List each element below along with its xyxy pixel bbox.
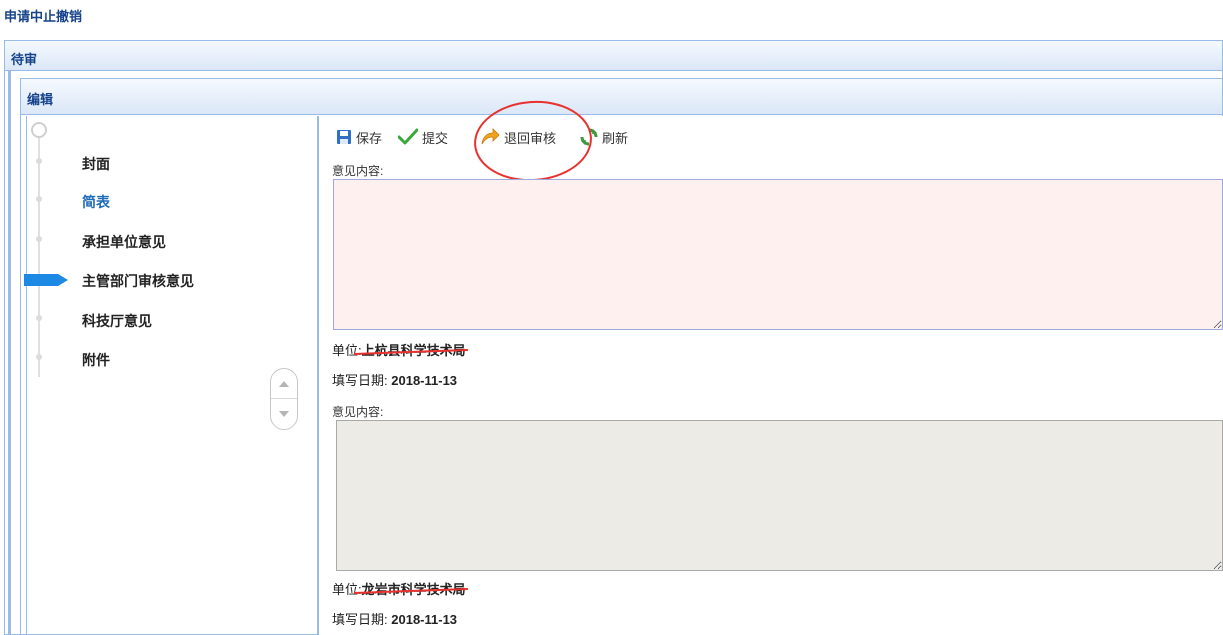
unit-value-redacted: 上杭县科学技术局 bbox=[361, 343, 466, 358]
nav-scroll-buttons bbox=[270, 368, 298, 430]
save-button[interactable]: 保存 bbox=[336, 126, 382, 148]
scroll-down-button[interactable] bbox=[271, 399, 297, 429]
step-dot-icon bbox=[36, 196, 42, 202]
step-timeline-line bbox=[38, 137, 40, 377]
nav-item-supervisor-review-opinion[interactable]: 主管部门审核意见 bbox=[82, 271, 194, 291]
edit-panel-header: 编辑 bbox=[21, 79, 1222, 115]
opinion-unit-line: 单位:上杭县科学技术局 bbox=[332, 340, 466, 359]
opinion-unit-line: 单位:龙岩市科学技术局 bbox=[332, 579, 466, 598]
submit-button-label: 提交 bbox=[422, 130, 449, 146]
pending-panel-header: 待审 bbox=[5, 41, 1222, 71]
nav-item-cover[interactable]: 封面 bbox=[82, 154, 110, 174]
step-dot-icon bbox=[36, 315, 42, 321]
step-dot-icon bbox=[36, 158, 42, 164]
floppy-disk-icon bbox=[337, 130, 351, 144]
opinion-content-input[interactable] bbox=[333, 179, 1223, 330]
fill-date-label: 填写日期: bbox=[332, 612, 388, 627]
refresh-icon bbox=[580, 128, 598, 146]
nav-item-attachments[interactable]: 附件 bbox=[82, 350, 110, 370]
edit-panel-title: 编辑 bbox=[27, 92, 54, 107]
toolbar: 保存 提交 退回审核 刷新 bbox=[318, 118, 1223, 158]
unit-value-redacted: 龙岩市科学技术局 bbox=[361, 582, 466, 597]
unit-label: 单位: bbox=[332, 343, 362, 358]
nav-item-undertaking-unit-opinion[interactable]: 承担单位意见 bbox=[82, 232, 166, 252]
unit-label: 单位: bbox=[332, 582, 362, 597]
step-dot-icon bbox=[36, 354, 42, 360]
fill-date-value: 2018-11-13 bbox=[391, 612, 458, 627]
scroll-up-button[interactable] bbox=[271, 369, 297, 399]
step-dot-icon bbox=[36, 236, 42, 242]
opinion-content-readonly bbox=[336, 420, 1223, 571]
chevron-up-icon bbox=[279, 380, 289, 387]
return-for-review-button[interactable]: 退回审核 bbox=[480, 126, 556, 148]
opinion-date-line: 填写日期: 2018-11-13 bbox=[332, 609, 457, 628]
timeline-start-icon bbox=[31, 122, 47, 138]
return-for-review-label: 退回审核 bbox=[504, 130, 557, 146]
refresh-button-label: 刷新 bbox=[602, 130, 629, 146]
current-step-arrow-icon bbox=[24, 274, 68, 286]
return-arrow-icon bbox=[481, 128, 500, 145]
fill-date-value: 2018-11-13 bbox=[391, 373, 458, 388]
pending-panel-title: 待审 bbox=[11, 52, 38, 67]
nav-item-summary[interactable]: 简表 bbox=[82, 192, 110, 212]
save-button-label: 保存 bbox=[356, 130, 383, 146]
opinion-content-label: 意见内容: bbox=[332, 164, 384, 178]
nav-item-tech-dept-opinion[interactable]: 科技厅意见 bbox=[82, 311, 152, 331]
opinion-date-line: 填写日期: 2018-11-13 bbox=[332, 370, 457, 389]
page-title: 申请中止撤销 bbox=[4, 9, 83, 24]
checkmark-icon bbox=[398, 128, 418, 145]
opinion-content-label: 意见内容: bbox=[332, 405, 384, 419]
fill-date-label: 填写日期: bbox=[332, 373, 388, 388]
left-scroll-strip bbox=[8, 70, 11, 635]
page-header: 申请中止撤销 bbox=[0, 0, 1223, 36]
refresh-button[interactable]: 刷新 bbox=[580, 126, 628, 148]
chevron-down-icon bbox=[279, 411, 289, 417]
submit-button[interactable]: 提交 bbox=[398, 126, 448, 148]
